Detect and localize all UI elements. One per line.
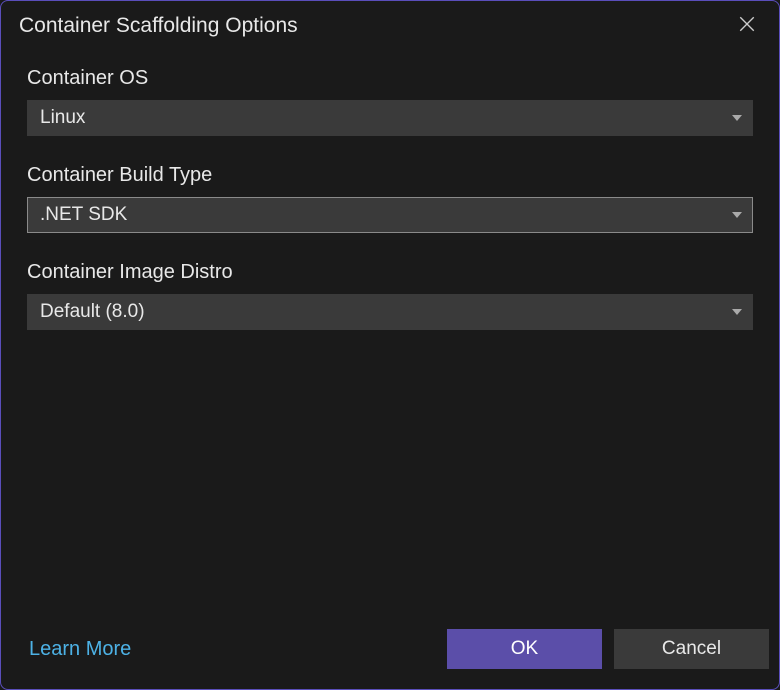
dialog-footer: Learn More OK Cancel [1,619,779,689]
chevron-down-icon [732,309,742,315]
container-os-field: Container OS Linux [27,67,753,136]
container-build-type-value: .NET SDK [40,204,127,226]
container-build-type-label: Container Build Type [27,164,753,187]
container-image-distro-select[interactable]: Default (8.0) [27,294,753,330]
container-scaffolding-dialog: Container Scaffolding Options Container … [0,0,780,690]
dialog-content: Container OS Linux Container Build Type … [1,51,779,619]
close-icon [738,15,756,38]
container-os-value: Linux [40,107,85,129]
chevron-down-icon [732,115,742,121]
button-row: OK Cancel [447,629,769,669]
close-button[interactable] [731,10,763,42]
learn-more-link[interactable]: Learn More [29,638,131,661]
container-image-distro-value: Default (8.0) [40,301,145,323]
container-os-select[interactable]: Linux [27,100,753,136]
dialog-title: Container Scaffolding Options [19,14,298,38]
cancel-button[interactable]: Cancel [614,629,769,669]
ok-button[interactable]: OK [447,629,602,669]
container-build-type-field: Container Build Type .NET SDK [27,164,753,233]
chevron-down-icon [732,212,742,218]
container-os-label: Container OS [27,67,753,90]
container-image-distro-field: Container Image Distro Default (8.0) [27,261,753,330]
titlebar: Container Scaffolding Options [1,1,779,51]
container-build-type-select[interactable]: .NET SDK [27,197,753,233]
container-image-distro-label: Container Image Distro [27,261,753,284]
